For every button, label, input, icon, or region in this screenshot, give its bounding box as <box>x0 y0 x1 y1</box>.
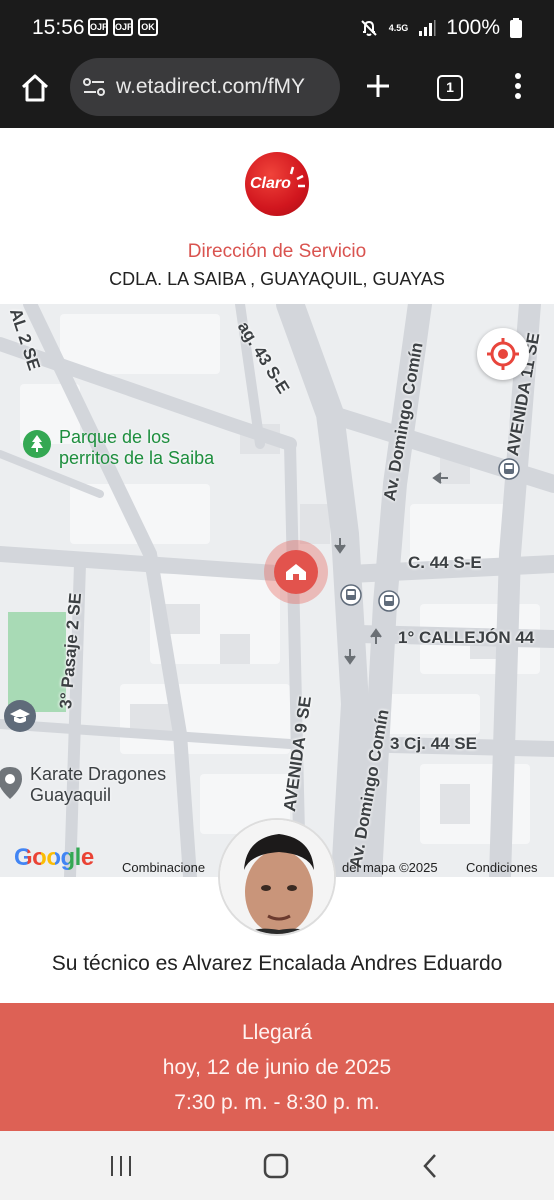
new-tab-icon[interactable] <box>362 70 394 102</box>
street-label: C. 44 S-E <box>408 553 482 572</box>
arrival-date: hoy, 12 de junio de 2025 <box>162 1056 392 1079</box>
home-icon[interactable] <box>18 71 52 105</box>
bus-stop-icon <box>498 458 520 480</box>
karate-label: Karate Dragones Guayaquil <box>30 764 167 805</box>
home-nav-icon[interactable] <box>261 1151 291 1181</box>
bus-stop-icon <box>340 584 362 606</box>
status-bar: 15:56 OJF OJF OK 4.5G 100% <box>0 0 554 56</box>
park-icon <box>23 430 51 458</box>
network-type: 4.5G <box>388 22 409 33</box>
technician-name: Su técnico es Alvarez Encalada Andres Ed… <box>51 952 503 975</box>
recent-apps-icon[interactable] <box>106 1151 136 1181</box>
logo-rays-icon <box>289 166 305 188</box>
address-bar[interactable]: w.etadirect.com/fMY <box>70 58 340 116</box>
signal-icon <box>419 20 436 36</box>
place-pin-icon <box>0 767 22 799</box>
browser-toolbar: w.etadirect.com/fMY 1 <box>0 56 554 128</box>
crosshair-icon <box>487 338 519 370</box>
map-attribution-date: del mapa ©2025 <box>342 860 438 875</box>
status-right: 4.5G 100% <box>359 16 522 40</box>
street-label: 1° CALLEJÓN 44 <box>398 628 535 647</box>
park-label: Parque de los perritos de la Saiba <box>59 427 215 468</box>
bus-stop-icon <box>378 590 400 612</box>
notification-icon: OJF <box>113 18 133 36</box>
school-icon <box>4 700 36 732</box>
arrival-banner: Llegará hoy, 12 de junio de 2025 7:30 p.… <box>0 1003 554 1131</box>
map-conditions-link[interactable]: Condiciones <box>466 860 538 875</box>
notification-icon: OK <box>138 18 158 36</box>
tabs-icon[interactable]: 1 <box>437 75 463 101</box>
notification-icons: OJF OJF OK <box>88 18 158 36</box>
google-logo: Google <box>14 844 94 871</box>
technician-photo <box>220 820 334 934</box>
system-nav-bar <box>0 1131 554 1200</box>
battery-percent: 100% <box>446 16 500 39</box>
claro-logo: Claro <box>245 152 309 216</box>
notification-icon: OJF <box>88 18 108 36</box>
house-icon <box>286 564 306 580</box>
service-address: CDLA. LA SAIBA , GUAYAQUIL, GUAYAS <box>109 269 445 289</box>
arrival-title: Llegará <box>241 1021 313 1044</box>
map-attribution: Combinacione <box>122 860 206 875</box>
technician-avatar <box>218 818 336 936</box>
battery-icon <box>510 18 522 38</box>
site-info-icon[interactable] <box>82 75 106 99</box>
back-icon[interactable] <box>416 1151 446 1181</box>
mute-icon <box>361 20 377 36</box>
url-text: w.etadirect.com/fMY <box>116 75 306 98</box>
map[interactable]: AL 2 SE ag. 43 S-E Av. Domingo Comín AVE… <box>0 304 554 877</box>
service-location-pin[interactable] <box>274 550 318 594</box>
status-time: 15:56 <box>32 16 85 39</box>
my-location-button[interactable] <box>477 328 529 380</box>
street-label: 3 Cj. 44 SE <box>390 734 477 753</box>
service-title: Dirección de Servicio <box>187 241 367 262</box>
menu-icon[interactable] <box>506 70 530 102</box>
arrival-window: 7:30 p. m. - 8:30 p. m. <box>174 1091 380 1114</box>
